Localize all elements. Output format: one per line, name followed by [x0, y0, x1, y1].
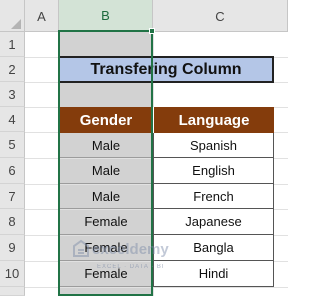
header-gender[interactable]: Gender [59, 107, 153, 133]
row-header-7[interactable]: 7 [0, 184, 25, 209]
column-header-bar: A B C [0, 0, 288, 32]
column-header-b[interactable]: B [59, 0, 153, 32]
gender-cell[interactable]: Male [59, 184, 153, 209]
column-header-c[interactable]: C [153, 0, 288, 32]
title-cell[interactable]: Transfering Column [58, 56, 274, 83]
row-header-2[interactable]: 2 [0, 57, 25, 82]
gridline [25, 287, 288, 288]
select-all-corner[interactable] [0, 0, 25, 32]
row-header-5[interactable]: 5 [0, 132, 25, 158]
column-header-a[interactable]: A [25, 0, 59, 32]
row-header-10[interactable]: 10 [0, 261, 25, 287]
watermark-tagline: EXCEL · DATA · BI [97, 264, 165, 270]
language-cell[interactable]: Hindi [153, 261, 274, 287]
language-cell[interactable]: Bangla [153, 235, 274, 261]
row-header-4[interactable]: 4 [0, 107, 25, 132]
language-cell[interactable]: English [153, 158, 274, 184]
row-header-1[interactable]: 1 [0, 32, 25, 57]
header-language[interactable]: Language [153, 107, 274, 133]
gender-cell[interactable]: Male [59, 158, 153, 184]
row-header-3[interactable]: 3 [0, 82, 25, 107]
gender-cell[interactable]: Male [59, 133, 153, 158]
spreadsheet-grid: A B C 1 2 3 4 5 6 7 8 9 10 Transfering C… [0, 0, 288, 296]
gender-cell[interactable]: Female [59, 209, 153, 235]
select-all-icon [11, 19, 21, 29]
row-header-9[interactable]: 9 [0, 235, 25, 261]
row-header-8[interactable]: 8 [0, 209, 25, 235]
gender-cell[interactable]: Female [59, 235, 153, 261]
row-header-11[interactable] [0, 287, 25, 296]
fill-handle[interactable] [149, 28, 155, 34]
language-cell[interactable]: French [153, 184, 274, 209]
row-header-6[interactable]: 6 [0, 158, 25, 184]
language-cell[interactable]: Spanish [153, 133, 274, 158]
language-cell[interactable]: Japanese [153, 209, 274, 235]
